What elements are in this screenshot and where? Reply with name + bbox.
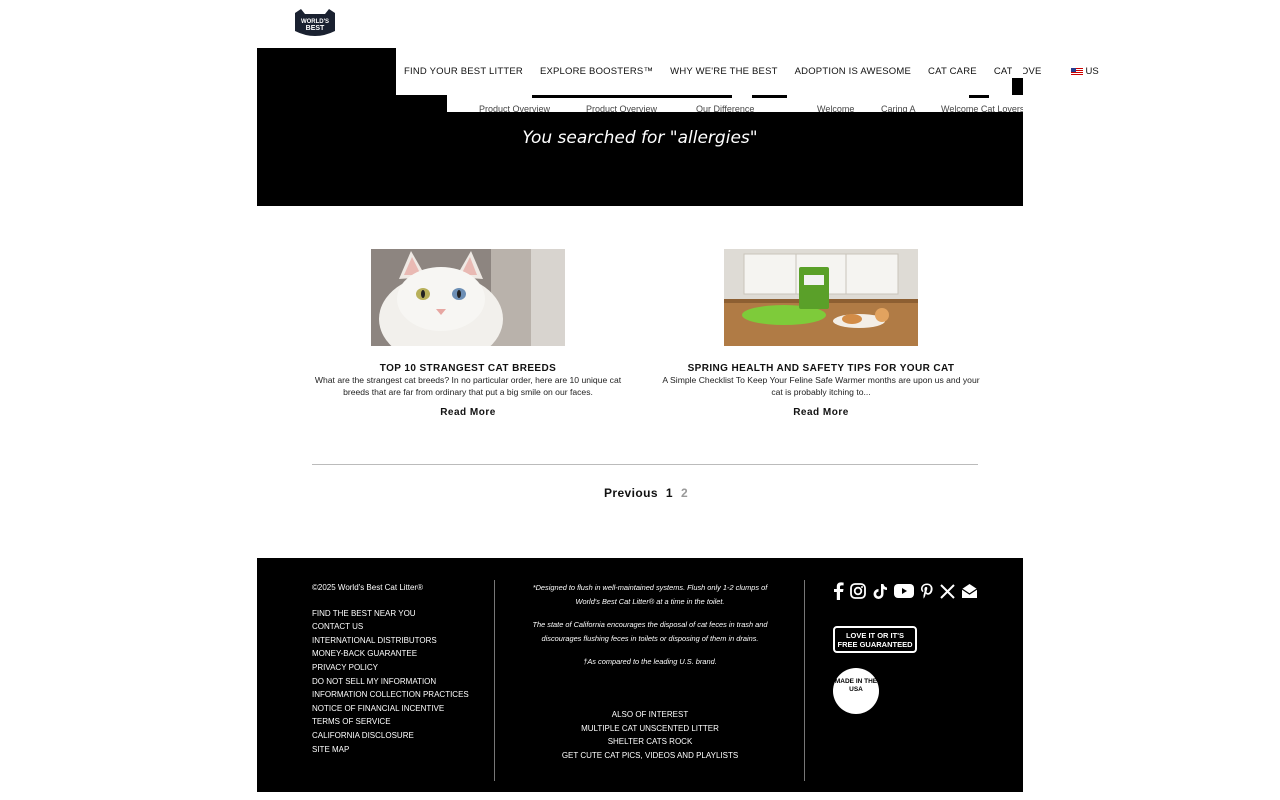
search-results-heading: You searched for "allergies" [522,128,758,148]
nav-explore-boosters[interactable]: Explore Boosters™ [540,66,653,77]
footer-link-california[interactable]: California Disclosure [312,729,482,743]
footer-divider [494,580,495,781]
article-title[interactable]: Top 10 Strangest Cat Breeds [303,363,633,374]
youtube-icon[interactable] [894,584,914,598]
nav-why-best[interactable]: Why We're the Best [670,66,777,77]
nav-find-litter[interactable]: Find Your Best Litter [404,66,523,77]
footer-link-financial-incentive[interactable]: Notice of Financial Incentive [312,702,482,716]
also-heading: Also of Interest [611,710,689,719]
page: WORLD'S BEST Find Your Best Litter Explo… [0,0,1280,800]
litter-box-cat-image[interactable] [724,249,918,346]
main-nav: Find Your Best Litter Explore Boosters™ … [396,48,1099,95]
email-icon[interactable] [961,583,978,599]
footer-link-sitemap[interactable]: Site Map [312,743,482,757]
divider [312,464,978,465]
also-of-interest: Also of Interest Multiple Cat Unscented … [525,708,775,762]
pagination: Previous 1 2 [604,486,688,500]
footer-divider [804,580,805,781]
region-label: US [1085,66,1099,77]
footer-link-privacy[interactable]: Privacy Policy [312,661,482,675]
also-link-cute-cat-pics[interactable]: Get Cute Cat Pics, Videos and Playlists [525,749,775,763]
made-in-usa-badge: MADE IN THE USA [833,668,879,714]
submenu-item[interactable]: Product Overview [586,104,657,112]
california-disclaimer: The state of California encourages the d… [532,620,768,643]
article-title[interactable]: Spring Health and Safety Tips for Your C… [656,363,986,374]
comparison-disclaimer: †As compared to the leading U.S. brand. [583,657,717,666]
submenu-bar [752,95,787,98]
x-icon[interactable] [940,583,955,599]
footer-link-distributors[interactable]: International Distributors [312,634,482,648]
page-2-link[interactable]: 2 [681,486,688,500]
submenu-item[interactable]: Welcome Cat Lovers [941,104,1023,112]
read-more-link[interactable]: Read More [793,407,849,418]
article-excerpt: A Simple Checklist To Keep Your Feline S… [662,375,980,397]
nav-cap [1012,48,1023,78]
worlds-best-logo[interactable]: WORLD'S BEST [293,9,337,39]
pinterest-icon[interactable] [920,583,934,600]
white-cat-image[interactable] [371,249,565,364]
nav-adoption[interactable]: Adoption is Awesome [795,66,911,77]
submenu-item[interactable]: Product Overview [479,104,550,112]
submenu-item[interactable]: Welcome [817,104,854,112]
article-card: Spring Health and Safety Tips for Your C… [656,249,986,420]
footer-link-contact[interactable]: Contact Us [312,620,482,634]
region-selector[interactable]: US [1070,66,1099,77]
submenu-item[interactable]: Caring A [881,104,916,112]
tiktok-icon[interactable] [872,583,888,600]
copyright: ©2025 World's Best Cat Litter® [312,583,423,592]
flush-disclaimer: *Designed to flush in well-maintained sy… [532,583,768,606]
instagram-icon[interactable] [850,583,866,599]
svg-text:BEST: BEST [306,25,325,32]
footer-link-find-best[interactable]: Find the Best Near You [312,607,482,621]
article-excerpt: What are the strangest cat breeds? In no… [314,375,622,397]
article-card: Top 10 Strangest Cat Breeds What are the… [303,249,633,420]
also-link-multiple-cat[interactable]: Multiple Cat Unscented Litter [525,722,775,736]
footer-link-guarantee[interactable]: Money-Back Guarantee [312,647,482,661]
footer-link-do-not-sell[interactable]: Do Not Sell My Information [312,675,482,689]
current-page: 1 [665,486,673,500]
footer: ©2025 World's Best Cat Litter® Find the … [257,558,1023,792]
footer-link-terms[interactable]: Terms of Service [312,715,482,729]
nav-cat-care[interactable]: Cat Care [928,66,977,77]
footer-disclaimers: *Designed to flush in well-maintained sy… [525,581,775,679]
footer-links-column: ©2025 World's Best Cat Litter® Find the … [312,581,482,756]
previous-page-link[interactable]: Previous [604,486,658,500]
read-more-link[interactable]: Read More [440,407,496,418]
social-icons [832,582,978,600]
submenu-bar [969,95,989,98]
submenu-strip: Product Overview Product Overview Our Di… [447,95,1023,112]
submenu-item[interactable]: Our Difference [696,104,754,112]
guarantee-badge: LOVE IT OR IT'S FREE GUARANTEED [833,626,917,653]
footer-link-info-collection[interactable]: Information Collection Practices [312,688,482,702]
submenu-bar [532,95,732,98]
us-flag-icon [1070,67,1083,76]
facebook-icon[interactable] [832,582,844,600]
also-link-shelter-cats[interactable]: Shelter Cats Rock [525,735,775,749]
